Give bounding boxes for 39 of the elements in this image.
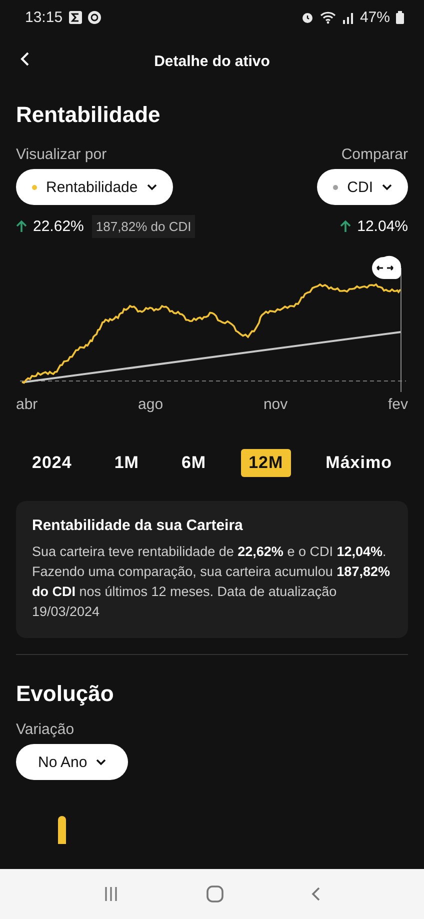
cdi-ratio-badge: 187,82% do CDI [92, 215, 196, 238]
arrow-up-icon [16, 220, 27, 233]
chevron-down-icon [96, 758, 106, 766]
axis-label: ago [138, 396, 164, 413]
section-title: Evolução [16, 681, 115, 707]
battery-icon [396, 10, 404, 24]
section-title: Rentabilidade [16, 102, 162, 128]
status-time: 13:15 [25, 8, 63, 26]
axis-label: nov [263, 396, 288, 413]
sigma-icon [68, 10, 82, 24]
battery-percent: 47% [360, 8, 390, 26]
axis-label: abr [16, 396, 38, 413]
variation-dropdown[interactable]: No Ano [16, 744, 128, 780]
period-tab[interactable]: 1M [106, 449, 147, 477]
card-text: Sua carteira teve rentabilidade de 22,62% e o CDI 12,04%. Fazendo uma comparação, sua carteira acumulou 187,82% do CDI nos últimos 12 meses. Data de atualização 19/03/2024 [32, 543, 391, 621]
period-tab[interactable]: 2024 [24, 449, 80, 477]
chevron-down-icon [146, 184, 157, 190]
wifi-icon [320, 10, 336, 24]
period-tab[interactable]: 12M [240, 449, 292, 477]
home-button[interactable] [204, 883, 226, 905]
period-tab[interactable]: 6M [173, 449, 214, 477]
compare-label: Comparar [341, 146, 408, 163]
return-value: 22.62% [33, 218, 84, 235]
axis-label: fev [388, 396, 408, 413]
chevron-down-icon [382, 184, 392, 190]
coin-icon [88, 10, 101, 24]
variation-label: Variação [16, 721, 74, 738]
arrow-up-icon [340, 220, 352, 233]
compare-value: 12.04% [357, 218, 408, 235]
bar-chart-bar [58, 816, 66, 844]
view-by-dropdown[interactable]: Rentabilidade [16, 169, 173, 205]
signal-icon [342, 10, 354, 24]
alarm-icon [300, 10, 314, 24]
view-by-label: Visualizar por [16, 146, 107, 163]
drag-handle[interactable] [372, 256, 402, 279]
card-title: Rentabilidade da sua Carteira [32, 517, 244, 534]
screen-title: Detalhe do ativo [154, 52, 270, 70]
period-tab[interactable]: Máximo [318, 449, 400, 477]
compare-dropdown[interactable]: CDI [317, 169, 408, 205]
